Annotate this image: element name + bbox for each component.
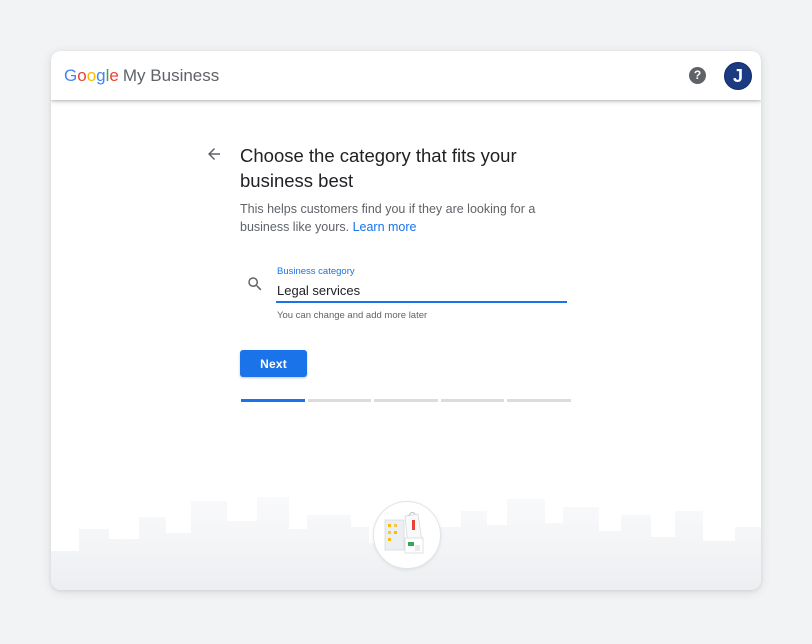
search-icon	[248, 277, 262, 291]
progress-step	[440, 399, 505, 402]
logo-letter: o	[86, 66, 97, 85]
business-category-hint: You can change and add more later	[277, 310, 428, 321]
top-app-bar: Google My Business ? J	[51, 51, 761, 100]
business-category-label: Business category	[277, 266, 355, 277]
storefront-shopping-icon	[373, 501, 441, 569]
page-title: Choose the category that fits your busin…	[240, 145, 517, 191]
logo-letter: G	[64, 66, 78, 85]
next-button[interactable]: Next	[240, 350, 307, 377]
progress-step	[374, 399, 438, 402]
app-window: Google My Business ? J Choose the categor…	[51, 51, 761, 590]
account-avatar[interactable]: J	[724, 62, 752, 90]
logo-product-name: My Business	[122, 66, 220, 85]
help-circle-icon[interactable]: ?	[689, 67, 706, 84]
logo-letter: g	[96, 66, 106, 85]
logo-letter: o	[77, 66, 87, 85]
progress-step	[241, 399, 305, 402]
logo-letter: e	[109, 66, 119, 85]
arrow-back-icon[interactable]	[205, 145, 223, 163]
google-my-business-logo[interactable]: Google My Business	[64, 65, 219, 87]
step-progress-bar	[241, 399, 571, 402]
business-category-input[interactable]	[276, 280, 567, 303]
progress-step	[507, 399, 571, 402]
progress-step	[307, 399, 372, 402]
learn-more-link[interactable]: Learn more	[353, 220, 417, 234]
page-description: This helps customers find you if they ar…	[240, 201, 560, 236]
